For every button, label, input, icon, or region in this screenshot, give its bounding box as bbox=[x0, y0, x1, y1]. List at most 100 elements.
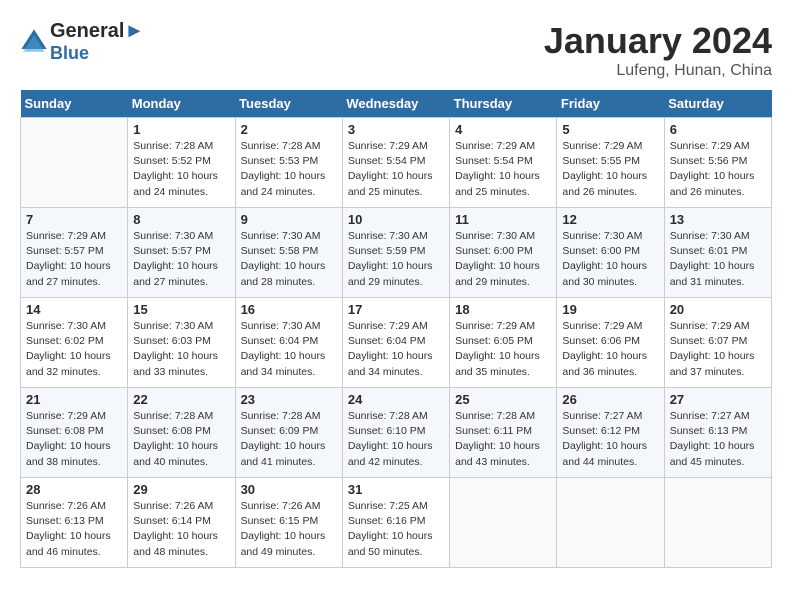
day-detail: Sunrise: 7:29 AMSunset: 5:54 PMDaylight:… bbox=[455, 139, 551, 200]
weekday-header-row: SundayMondayTuesdayWednesdayThursdayFrid… bbox=[21, 90, 772, 118]
day-number: 12 bbox=[562, 212, 658, 227]
calendar-cell: 14 Sunrise: 7:30 AMSunset: 6:02 PMDaylig… bbox=[21, 298, 128, 388]
day-detail: Sunrise: 7:29 AMSunset: 5:55 PMDaylight:… bbox=[562, 139, 658, 200]
day-detail: Sunrise: 7:28 AMSunset: 6:08 PMDaylight:… bbox=[133, 409, 229, 470]
calendar-cell: 4 Sunrise: 7:29 AMSunset: 5:54 PMDayligh… bbox=[450, 118, 557, 208]
weekday-header-friday: Friday bbox=[557, 90, 664, 118]
calendar-cell bbox=[557, 478, 664, 568]
day-detail: Sunrise: 7:28 AMSunset: 6:10 PMDaylight:… bbox=[348, 409, 444, 470]
weekday-header-saturday: Saturday bbox=[664, 90, 771, 118]
day-number: 29 bbox=[133, 482, 229, 497]
day-detail: Sunrise: 7:30 AMSunset: 6:00 PMDaylight:… bbox=[562, 229, 658, 290]
calendar-cell: 27 Sunrise: 7:27 AMSunset: 6:13 PMDaylig… bbox=[664, 388, 771, 478]
day-number: 27 bbox=[670, 392, 766, 407]
day-number: 19 bbox=[562, 302, 658, 317]
calendar-cell: 11 Sunrise: 7:30 AMSunset: 6:00 PMDaylig… bbox=[450, 208, 557, 298]
weekday-header-wednesday: Wednesday bbox=[342, 90, 449, 118]
calendar-cell: 31 Sunrise: 7:25 AMSunset: 6:16 PMDaylig… bbox=[342, 478, 449, 568]
day-detail: Sunrise: 7:29 AMSunset: 5:54 PMDaylight:… bbox=[348, 139, 444, 200]
day-number: 7 bbox=[26, 212, 122, 227]
calendar-cell: 9 Sunrise: 7:30 AMSunset: 5:58 PMDayligh… bbox=[235, 208, 342, 298]
day-detail: Sunrise: 7:30 AMSunset: 5:59 PMDaylight:… bbox=[348, 229, 444, 290]
title-block: January 2024 Lufeng, Hunan, China bbox=[544, 20, 772, 80]
day-detail: Sunrise: 7:26 AMSunset: 6:13 PMDaylight:… bbox=[26, 499, 122, 560]
location: Lufeng, Hunan, China bbox=[544, 62, 772, 80]
day-number: 26 bbox=[562, 392, 658, 407]
calendar-week-row: 7 Sunrise: 7:29 AMSunset: 5:57 PMDayligh… bbox=[21, 208, 772, 298]
day-detail: Sunrise: 7:26 AMSunset: 6:14 PMDaylight:… bbox=[133, 499, 229, 560]
day-detail: Sunrise: 7:29 AMSunset: 6:08 PMDaylight:… bbox=[26, 409, 122, 470]
day-number: 28 bbox=[26, 482, 122, 497]
day-detail: Sunrise: 7:29 AMSunset: 6:05 PMDaylight:… bbox=[455, 319, 551, 380]
calendar-table: SundayMondayTuesdayWednesdayThursdayFrid… bbox=[20, 90, 772, 568]
day-number: 14 bbox=[26, 302, 122, 317]
calendar-cell: 2 Sunrise: 7:28 AMSunset: 5:53 PMDayligh… bbox=[235, 118, 342, 208]
calendar-cell bbox=[21, 118, 128, 208]
day-detail: Sunrise: 7:29 AMSunset: 6:07 PMDaylight:… bbox=[670, 319, 766, 380]
weekday-header-monday: Monday bbox=[128, 90, 235, 118]
day-number: 24 bbox=[348, 392, 444, 407]
day-detail: Sunrise: 7:30 AMSunset: 5:58 PMDaylight:… bbox=[241, 229, 337, 290]
calendar-cell: 20 Sunrise: 7:29 AMSunset: 6:07 PMDaylig… bbox=[664, 298, 771, 388]
calendar-week-row: 1 Sunrise: 7:28 AMSunset: 5:52 PMDayligh… bbox=[21, 118, 772, 208]
day-detail: Sunrise: 7:29 AMSunset: 6:06 PMDaylight:… bbox=[562, 319, 658, 380]
calendar-cell: 12 Sunrise: 7:30 AMSunset: 6:00 PMDaylig… bbox=[557, 208, 664, 298]
calendar-cell: 19 Sunrise: 7:29 AMSunset: 6:06 PMDaylig… bbox=[557, 298, 664, 388]
day-number: 3 bbox=[348, 122, 444, 137]
calendar-cell bbox=[450, 478, 557, 568]
calendar-cell: 7 Sunrise: 7:29 AMSunset: 5:57 PMDayligh… bbox=[21, 208, 128, 298]
day-number: 15 bbox=[133, 302, 229, 317]
calendar-cell: 5 Sunrise: 7:29 AMSunset: 5:55 PMDayligh… bbox=[557, 118, 664, 208]
day-number: 11 bbox=[455, 212, 551, 227]
day-number: 21 bbox=[26, 392, 122, 407]
calendar-cell: 24 Sunrise: 7:28 AMSunset: 6:10 PMDaylig… bbox=[342, 388, 449, 478]
weekday-header-sunday: Sunday bbox=[21, 90, 128, 118]
day-number: 22 bbox=[133, 392, 229, 407]
calendar-cell bbox=[664, 478, 771, 568]
calendar-cell: 23 Sunrise: 7:28 AMSunset: 6:09 PMDaylig… bbox=[235, 388, 342, 478]
day-number: 25 bbox=[455, 392, 551, 407]
day-number: 20 bbox=[670, 302, 766, 317]
day-detail: Sunrise: 7:27 AMSunset: 6:12 PMDaylight:… bbox=[562, 409, 658, 470]
weekday-header-thursday: Thursday bbox=[450, 90, 557, 118]
calendar-cell: 17 Sunrise: 7:29 AMSunset: 6:04 PMDaylig… bbox=[342, 298, 449, 388]
month-title: January 2024 bbox=[544, 20, 772, 62]
calendar-week-row: 14 Sunrise: 7:30 AMSunset: 6:02 PMDaylig… bbox=[21, 298, 772, 388]
calendar-cell: 30 Sunrise: 7:26 AMSunset: 6:15 PMDaylig… bbox=[235, 478, 342, 568]
calendar-cell: 22 Sunrise: 7:28 AMSunset: 6:08 PMDaylig… bbox=[128, 388, 235, 478]
calendar-cell: 28 Sunrise: 7:26 AMSunset: 6:13 PMDaylig… bbox=[21, 478, 128, 568]
calendar-cell: 6 Sunrise: 7:29 AMSunset: 5:56 PMDayligh… bbox=[664, 118, 771, 208]
logo: General► Blue bbox=[20, 20, 144, 64]
logo-icon bbox=[20, 28, 48, 56]
day-detail: Sunrise: 7:30 AMSunset: 6:03 PMDaylight:… bbox=[133, 319, 229, 380]
day-detail: Sunrise: 7:28 AMSunset: 5:53 PMDaylight:… bbox=[241, 139, 337, 200]
day-number: 9 bbox=[241, 212, 337, 227]
day-detail: Sunrise: 7:28 AMSunset: 5:52 PMDaylight:… bbox=[133, 139, 229, 200]
page-header: General► Blue January 2024 Lufeng, Hunan… bbox=[20, 20, 772, 80]
day-detail: Sunrise: 7:27 AMSunset: 6:13 PMDaylight:… bbox=[670, 409, 766, 470]
day-detail: Sunrise: 7:28 AMSunset: 6:09 PMDaylight:… bbox=[241, 409, 337, 470]
day-number: 8 bbox=[133, 212, 229, 227]
day-number: 16 bbox=[241, 302, 337, 317]
day-number: 6 bbox=[670, 122, 766, 137]
day-number: 17 bbox=[348, 302, 444, 317]
day-detail: Sunrise: 7:30 AMSunset: 5:57 PMDaylight:… bbox=[133, 229, 229, 290]
day-detail: Sunrise: 7:28 AMSunset: 6:11 PMDaylight:… bbox=[455, 409, 551, 470]
calendar-cell: 21 Sunrise: 7:29 AMSunset: 6:08 PMDaylig… bbox=[21, 388, 128, 478]
day-detail: Sunrise: 7:25 AMSunset: 6:16 PMDaylight:… bbox=[348, 499, 444, 560]
day-number: 1 bbox=[133, 122, 229, 137]
calendar-cell: 10 Sunrise: 7:30 AMSunset: 5:59 PMDaylig… bbox=[342, 208, 449, 298]
calendar-week-row: 21 Sunrise: 7:29 AMSunset: 6:08 PMDaylig… bbox=[21, 388, 772, 478]
calendar-cell: 3 Sunrise: 7:29 AMSunset: 5:54 PMDayligh… bbox=[342, 118, 449, 208]
day-number: 23 bbox=[241, 392, 337, 407]
day-number: 30 bbox=[241, 482, 337, 497]
day-number: 10 bbox=[348, 212, 444, 227]
day-detail: Sunrise: 7:30 AMSunset: 6:04 PMDaylight:… bbox=[241, 319, 337, 380]
day-number: 31 bbox=[348, 482, 444, 497]
day-detail: Sunrise: 7:30 AMSunset: 6:00 PMDaylight:… bbox=[455, 229, 551, 290]
day-detail: Sunrise: 7:29 AMSunset: 6:04 PMDaylight:… bbox=[348, 319, 444, 380]
day-number: 4 bbox=[455, 122, 551, 137]
calendar-cell: 16 Sunrise: 7:30 AMSunset: 6:04 PMDaylig… bbox=[235, 298, 342, 388]
calendar-week-row: 28 Sunrise: 7:26 AMSunset: 6:13 PMDaylig… bbox=[21, 478, 772, 568]
calendar-cell: 1 Sunrise: 7:28 AMSunset: 5:52 PMDayligh… bbox=[128, 118, 235, 208]
